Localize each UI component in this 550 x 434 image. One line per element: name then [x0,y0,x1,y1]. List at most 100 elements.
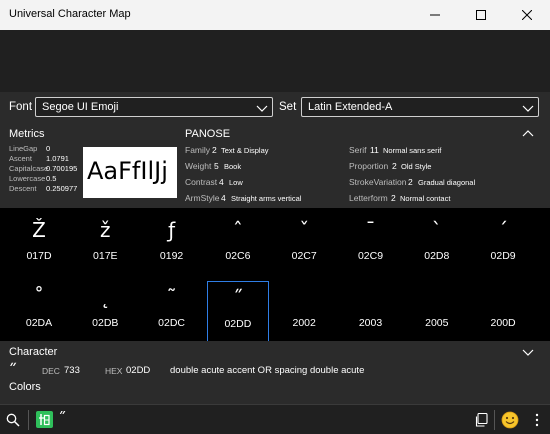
character-glyph: ˝ [232,286,243,310]
character-code: 02DA [25,317,53,329]
divider [28,410,29,430]
chevron-down-icon [256,105,268,112]
metric-name: Descent [9,184,37,193]
character-code: 2002 [292,317,316,329]
font-preview: AaFfIlJj [83,147,177,198]
character-code: 02DC [158,317,186,329]
character-glyph: ˛ [100,285,111,309]
metric-value: 0.5 [46,174,57,183]
panose-desc: Old Style [401,162,432,171]
panose-name: Proportion [349,161,389,171]
character-code: 02C7 [291,250,317,262]
character-glyph: ˇ [299,218,310,242]
emoji-icon [501,411,519,429]
set-dropdown[interactable]: Latin Extended-A [301,97,539,117]
window-title: Universal Character Map [9,8,131,20]
dec-label: DEC [42,366,60,376]
character-cell[interactable]: 2003 [340,281,402,343]
character-cell[interactable]: ˛ 02DB [74,281,136,343]
glyph-preview-button[interactable] [36,411,53,428]
panose-desc: Book [224,162,242,171]
top-area [0,30,550,92]
character-cell[interactable]: ˚ 02DA [8,281,70,343]
character-cell[interactable]: ˆ 02C6 [207,214,269,276]
character-glyph: ˋ [431,218,442,242]
character-code: 0192 [159,250,184,262]
chevron-down-icon [522,349,534,356]
character-cell[interactable]: ˇ 02C7 [273,214,335,276]
panose-name: Serif [349,145,367,155]
character-cell[interactable]: ˊ 02D9 [472,214,534,276]
character-glyph: ˊ [498,218,509,242]
panose-heading: PANOSE [185,128,231,140]
preview-glyph-icon [39,414,50,426]
character-glyph: ˜ [166,285,177,309]
metric-value: 1.0791 [46,154,69,163]
bottom-selected-glyph: ˝ [58,409,66,428]
copy-button[interactable] [472,411,490,429]
panose-num: 5 [214,161,219,171]
character-cell[interactable]: ˝ 02DD [206,281,269,343]
metric-name: Ascent [9,154,32,163]
copy-icon [475,413,488,427]
panose-desc: Low [229,178,243,187]
character-glyph: ˚ [34,285,44,309]
expand-character-button[interactable] [519,346,537,360]
character-code: 02C9 [357,250,384,262]
character-cell[interactable]: 2005 [406,281,468,343]
panose-num: 4 [221,193,226,203]
more-button[interactable] [528,411,546,429]
font-dropdown[interactable]: Segoe UI Emoji [35,97,273,117]
character-cell[interactable]: ˜ 02DC [141,281,203,343]
character-cell[interactable]: Ž 017D [8,214,70,276]
character-code: 017E [93,250,118,262]
maximize-button[interactable] [458,0,504,30]
close-button[interactable] [504,0,550,30]
metric-value: 0.700195 [46,164,78,173]
minimize-button[interactable] [412,0,458,30]
character-code: 02C6 [225,250,251,262]
character-glyph: ˉ [365,218,376,242]
panose-desc: Straight arms vertical [231,194,302,203]
more-vertical-icon [535,413,539,427]
font-preview-text: AaFfIlJj [87,157,168,185]
character-code: 200D [490,317,516,329]
dec-value[interactable]: 733 [64,365,80,376]
hex-value[interactable]: 02DD [126,365,150,376]
character-glyph: ˝ [8,361,17,382]
character-cell[interactable]: ˉ 02C9 [340,214,402,276]
character-grid: Ž 017D ž 017E ƒ 0192 ˆ 02C6 ˇ 02C7 ˉ 02C9 ˋ 02D8 ˊ 02D9… [0,208,550,343]
character-cell[interactable]: ž 017E [74,214,136,276]
chevron-down-icon [522,105,534,112]
panose-desc: Normal sans serif [383,146,442,155]
panose-desc: Gradual diagonal [418,178,476,187]
search-icon [6,413,20,427]
metric-value: 0 [46,144,51,153]
set-value: Latin Extended-A [308,101,393,113]
panose-num: 2 [392,161,397,171]
panose-name: Family [185,145,211,155]
chevron-up-icon [522,130,534,137]
panose-num: 11 [370,145,379,155]
collapse-button[interactable] [519,126,537,140]
character-cell[interactable]: 200D [472,281,534,343]
character-code: 02DB [92,317,119,329]
character-code: 02D8 [424,250,450,262]
panose-name: Letterform [349,193,388,203]
character-cell[interactable]: ƒ 0192 [141,214,203,276]
character-cell[interactable]: ˋ 02D8 [406,214,468,276]
character-glyph: ƒ [168,218,176,242]
panose-desc: Normal contact [400,194,451,203]
character-code: 2003 [358,317,383,329]
maximize-icon [476,10,486,20]
set-label: Set [279,101,297,113]
search-button[interactable] [4,411,22,429]
panose-name: Weight [185,161,212,171]
character-glyph: ˆ [232,218,243,242]
panose-num: 2 [391,193,396,203]
panose-num: 2 [408,177,413,187]
character-cell[interactable]: 2002 [273,281,335,343]
metric-name: Capitalcase [9,164,49,173]
emoji-button[interactable] [500,410,520,430]
metric-name: LineGap [9,144,38,153]
